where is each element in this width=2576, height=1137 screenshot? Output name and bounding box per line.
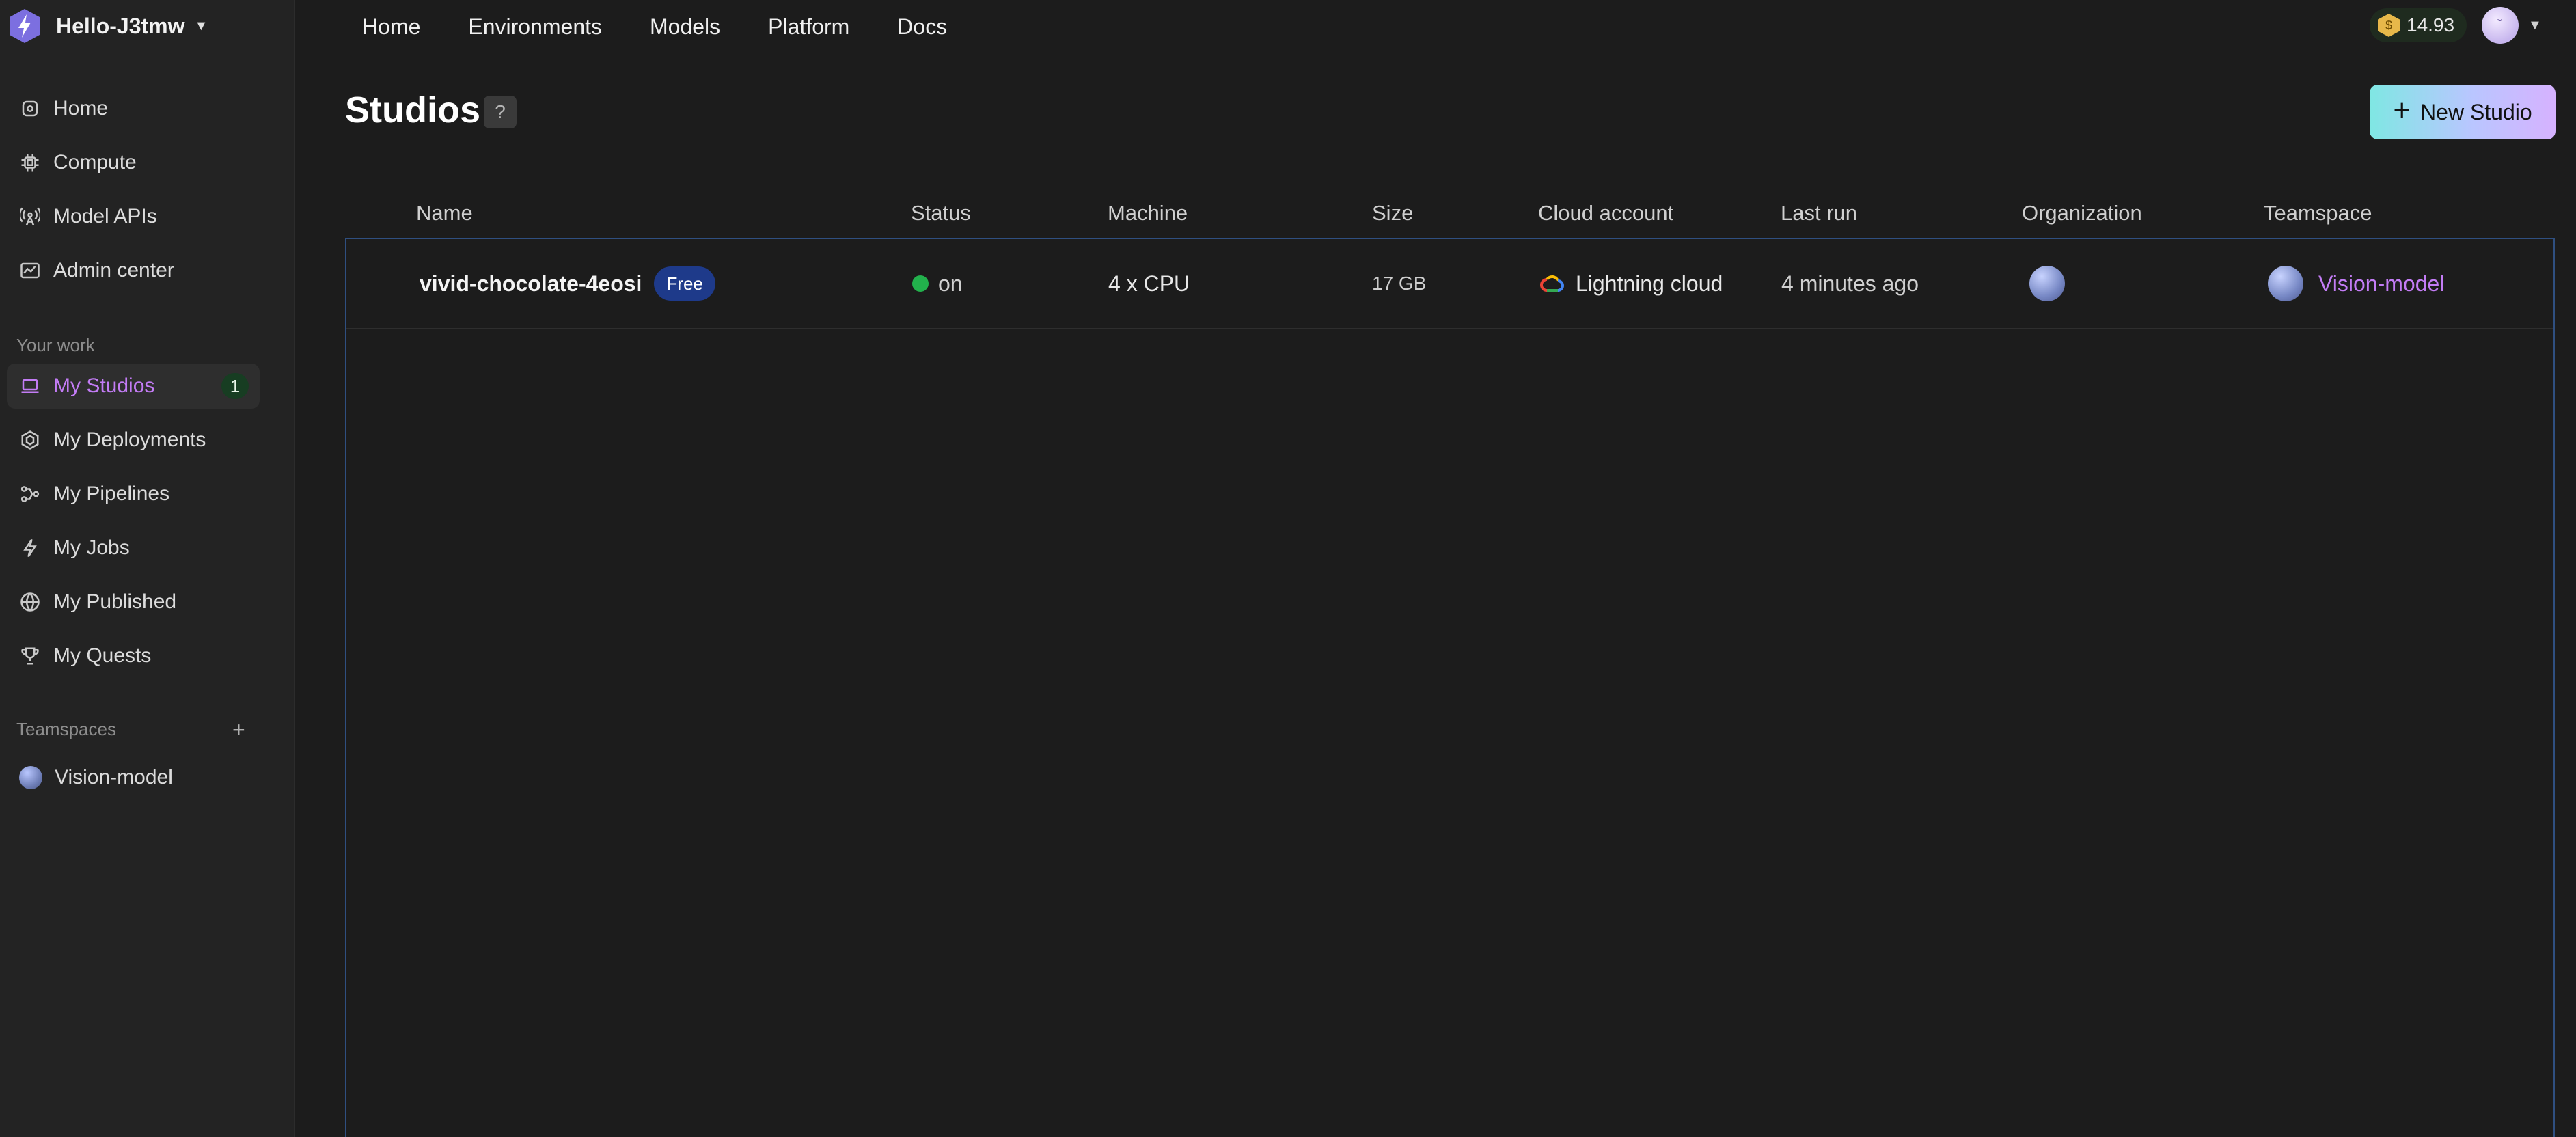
cloud-account-text: Lightning cloud <box>1576 271 1723 296</box>
trophy-icon <box>19 645 41 667</box>
section-label-your-work: Your work <box>16 335 95 355</box>
topnav-models[interactable]: Models <box>650 14 720 40</box>
teamspace-cell: Vision-model <box>2268 239 2444 328</box>
sidebar-item-model-apis[interactable]: Model APIs <box>7 194 260 239</box>
teamspace-avatar <box>19 766 42 789</box>
topnav-home[interactable]: Home <box>362 14 420 40</box>
globe-icon <box>19 591 41 613</box>
page-title: Studios <box>345 90 480 131</box>
user-menu[interactable]: ˘ ▼ <box>2482 7 2542 44</box>
sidebar-item-label: Model APIs <box>53 205 157 228</box>
sidebar-item-admin-center[interactable]: Admin center <box>7 248 260 293</box>
home-icon <box>19 98 41 120</box>
organization-cell <box>2029 239 2065 328</box>
table-row[interactable]: vivid-chocolate-4eosi Free on 4 x CPU 17… <box>346 239 2553 329</box>
cube-icon <box>19 429 41 451</box>
topnav-environments[interactable]: Environments <box>468 14 602 40</box>
workspace-name: Hello-J3tmw <box>56 13 185 38</box>
topnav-docs[interactable]: Docs <box>897 14 947 40</box>
bolt-icon <box>19 537 41 559</box>
chip-icon <box>19 152 41 174</box>
sidebar-item-label: My Quests <box>53 644 152 667</box>
size-text: 17 GB <box>1372 273 1427 294</box>
sidebar-item-label: My Studios <box>53 374 155 397</box>
column-header-last-run[interactable]: Last run <box>1781 201 1857 225</box>
status-cell: on <box>912 239 963 328</box>
top-navigation: Home Environments Models Platform Docs <box>362 10 947 44</box>
column-header-cloud-account[interactable]: Cloud account <box>1538 201 1673 225</box>
sidebar-item-label: My Published <box>53 590 177 613</box>
caret-down-icon: ▼ <box>2528 17 2542 33</box>
column-header-name[interactable]: Name <box>416 201 473 225</box>
chart-icon <box>19 260 41 282</box>
status-on-dot <box>912 275 929 292</box>
topnav-platform[interactable]: Platform <box>768 14 849 40</box>
sidebar-item-teamspace-vision-model[interactable]: Vision-model <box>7 755 260 800</box>
sidebar-item-label: Compute <box>53 151 137 174</box>
credits-balance[interactable]: $ 14.93 <box>2370 8 2467 42</box>
user-avatar: ˘ <box>2482 7 2519 44</box>
antenna-icon <box>19 206 41 228</box>
column-header-size[interactable]: Size <box>1372 201 1413 225</box>
sidebar-item-my-published[interactable]: My Published <box>7 579 260 625</box>
machine-cell: 4 x CPU <box>1108 239 1190 328</box>
teamspace-avatar <box>2268 266 2303 301</box>
studios-count-badge: 1 <box>221 373 249 399</box>
column-header-teamspace[interactable]: Teamspace <box>2264 201 2372 225</box>
lightning-logo-icon <box>10 9 40 43</box>
last-run-cell: 4 minutes ago <box>1781 239 1919 328</box>
teamspace-link[interactable]: Vision-model <box>2318 271 2444 297</box>
column-header-machine[interactable]: Machine <box>1108 201 1188 225</box>
last-run-text: 4 minutes ago <box>1781 271 1919 296</box>
organization-avatar[interactable] <box>2029 266 2065 301</box>
cloud-account-cell: Lightning cloud <box>1540 239 1723 328</box>
column-header-organization[interactable]: Organization <box>2022 201 2142 225</box>
section-label-teamspaces: Teamspaces <box>16 719 116 739</box>
sidebar-item-my-quests[interactable]: My Quests <box>7 633 260 679</box>
studio-name-link[interactable]: vivid-chocolate-4eosi <box>420 271 642 297</box>
workspace-switcher[interactable]: Hello-J3tmw ▼ <box>8 7 208 45</box>
plus-icon: + <box>2393 94 2411 127</box>
machine-text: 4 x CPU <box>1108 271 1190 296</box>
add-teamspace-button[interactable]: + <box>232 717 245 743</box>
credits-amount: 14.93 <box>2407 14 2455 36</box>
new-studio-label: New Studio <box>2420 99 2532 124</box>
google-cloud-icon <box>1540 275 1564 292</box>
caret-down-icon: ▼ <box>194 18 208 33</box>
sidebar-item-compute[interactable]: Compute <box>7 140 260 185</box>
status-text: on <box>938 271 963 296</box>
sidebar-item-my-pipelines[interactable]: My Pipelines <box>7 471 260 517</box>
sidebar-item-home[interactable]: Home <box>7 86 260 131</box>
studios-table <box>345 238 2555 1137</box>
studio-name-cell: vivid-chocolate-4eosi Free <box>420 239 715 328</box>
sidebar-item-label: Vision-model <box>55 766 173 789</box>
column-header-status[interactable]: Status <box>911 201 971 225</box>
sidebar-item-label: My Jobs <box>53 536 130 559</box>
coin-icon: $ <box>2378 14 2400 37</box>
sidebar-item-my-jobs[interactable]: My Jobs <box>7 525 260 571</box>
sidebar-item-label: Home <box>53 97 109 120</box>
help-icon[interactable]: ? <box>484 96 517 128</box>
sidebar-item-my-studios[interactable]: My Studios 1 <box>7 364 260 409</box>
new-studio-button[interactable]: + New Studio <box>2370 85 2556 139</box>
sidebar-item-label: Admin center <box>53 259 174 282</box>
sidebar-item-my-deployments[interactable]: My Deployments <box>7 417 260 463</box>
sidebar-item-label: My Deployments <box>53 428 206 451</box>
sidebar-item-label: My Pipelines <box>53 482 170 505</box>
size-cell: 17 GB <box>1372 239 1426 328</box>
pipeline-icon <box>19 483 41 505</box>
sidebar: Hello-J3tmw ▼ Home Compute Model APIs Ad… <box>0 0 295 1137</box>
table-header: Name Status Machine Size Cloud account L… <box>345 194 2553 235</box>
laptop-icon <box>19 375 41 397</box>
free-badge: Free <box>654 266 715 301</box>
